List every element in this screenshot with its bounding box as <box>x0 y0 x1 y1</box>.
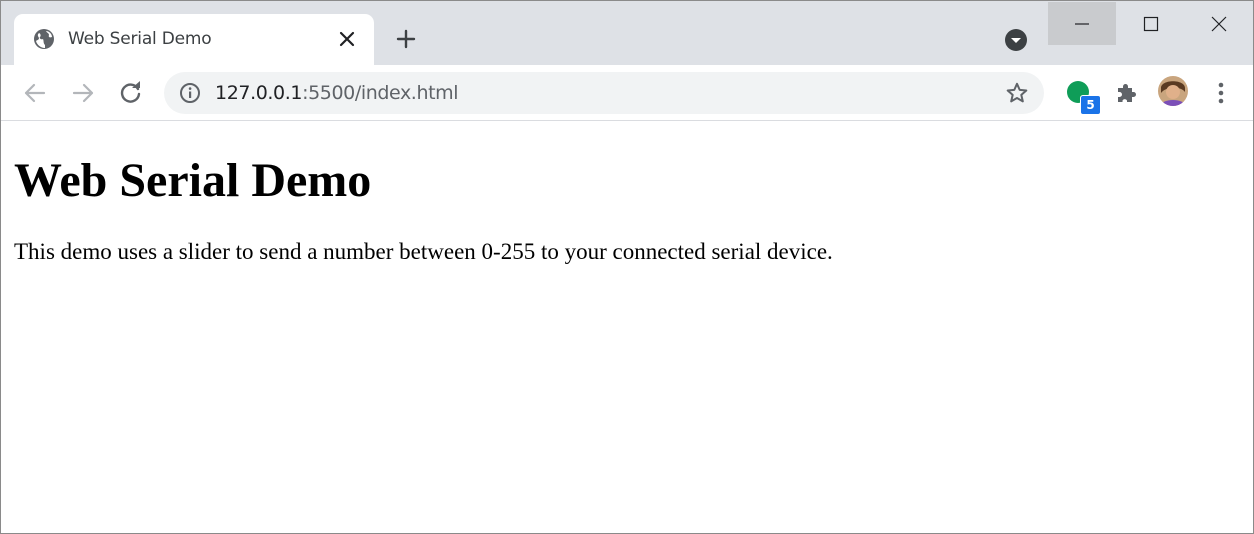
minimize-icon <box>1075 23 1089 25</box>
url-path: :5500/index.html <box>302 82 459 104</box>
star-icon[interactable] <box>1005 81 1029 105</box>
kebab-menu-icon[interactable] <box>1209 80 1233 106</box>
info-icon[interactable] <box>179 82 201 104</box>
maximize-icon <box>1143 16 1159 32</box>
browser-window: Web Serial Demo 127.0.0.1:5500/index.htm… <box>0 0 1254 534</box>
close-icon <box>1211 16 1227 32</box>
reload-button[interactable] <box>117 79 145 107</box>
arrow-left-icon <box>24 83 46 103</box>
tab-strip: Web Serial Demo <box>1 1 1253 65</box>
page-description: This demo uses a slider to send a number… <box>14 239 833 264</box>
window-close-button[interactable] <box>1185 2 1253 45</box>
avatar[interactable] <box>1158 76 1188 106</box>
forward-button[interactable] <box>69 79 97 107</box>
browser-toolbar: 127.0.0.1:5500/index.html 5 <box>1 65 1253 121</box>
globe-icon <box>34 29 54 49</box>
close-icon[interactable] <box>337 29 357 49</box>
tab-title: Web Serial Demo <box>68 29 212 49</box>
maximize-button[interactable] <box>1117 2 1185 45</box>
page-content: Web Serial Demo This demo uses a slider … <box>1 121 1253 533</box>
minimize-button[interactable] <box>1048 2 1116 45</box>
url-host: 127.0.0.1 <box>215 82 303 104</box>
avatar-image <box>1158 76 1188 106</box>
puzzle-icon[interactable] <box>1113 80 1139 106</box>
tab-web-serial-demo[interactable]: Web Serial Demo <box>14 14 374 65</box>
chevron-down-icon[interactable] <box>1004 28 1028 52</box>
reload-icon <box>120 81 141 103</box>
plus-icon[interactable] <box>395 28 417 50</box>
url-text[interactable]: 127.0.0.1:5500/index.html <box>215 82 459 104</box>
arrow-right-icon <box>72 83 94 103</box>
page-title: Web Serial Demo <box>14 154 372 207</box>
back-button[interactable] <box>21 79 49 107</box>
address-bar[interactable]: 127.0.0.1:5500/index.html <box>164 72 1044 114</box>
extension-badge: 5 <box>1080 95 1101 115</box>
